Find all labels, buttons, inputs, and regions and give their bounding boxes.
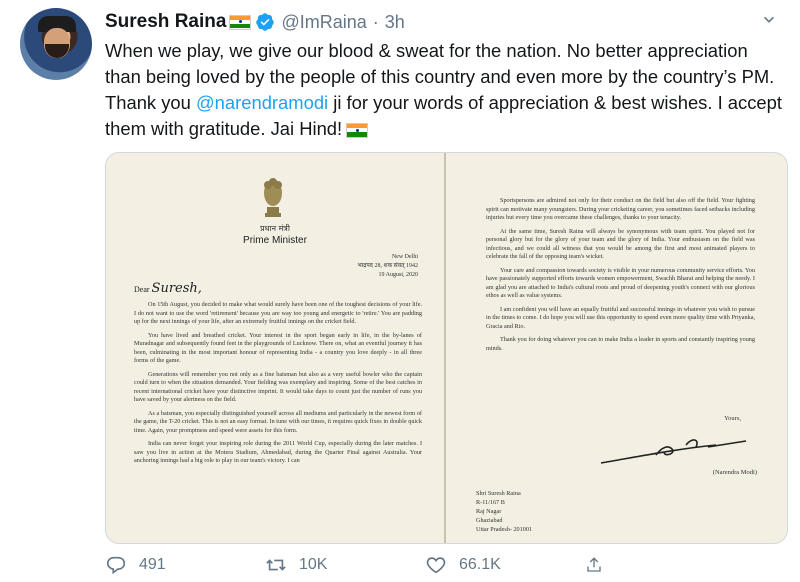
tweet-text: When we play, we give our blood & sweat …: [105, 38, 785, 142]
avatar[interactable]: [20, 8, 92, 80]
share-icon: [587, 557, 601, 572]
letter-body-right: Sportspersons are admired not only for t…: [486, 197, 755, 358]
retweet-count: 10K: [299, 556, 328, 573]
letterhead-hindi-title: प्रधान मंत्री: [260, 224, 290, 233]
share-button[interactable]: [585, 554, 615, 576]
address-line: Ghaziabad: [476, 517, 503, 524]
letter-paragraph: I am confident you will have an equally …: [486, 305, 755, 330]
address-line: R-11/167 B: [476, 499, 505, 506]
handwritten-signature: [600, 439, 747, 464]
retweet-button[interactable]: 10K: [265, 554, 425, 576]
verified-badge-icon: [256, 13, 275, 31]
letterhead-title: Prime Minister: [243, 235, 307, 246]
salutation-name: Suresh,: [151, 281, 202, 296]
letter-body-left: On 15th August, you decided to make what…: [134, 301, 422, 471]
recipient-address: Shri Suresh Raina R-11/167 B Raj Nagar G…: [476, 489, 532, 534]
reply-button[interactable]: 491: [105, 554, 265, 576]
letter-page-1: प्रधान मंत्री Prime Minister New Delhi भ…: [106, 153, 446, 543]
letter-date-block: New Delhi भाद्रपद 28, शक संवत् 1942 19 A…: [357, 253, 418, 280]
reply-count: 491: [139, 556, 166, 573]
reply-icon: [106, 556, 126, 575]
address-line: Raj Nagar: [476, 508, 502, 515]
mention-link[interactable]: @narendramodi: [196, 92, 328, 113]
like-count: 66.1K: [459, 556, 501, 573]
letter-paragraph: On 15th August, you decided to make what…: [134, 301, 422, 325]
letter-paragraph: Generations will remember you not only a…: [134, 370, 422, 404]
address-line: Shri Suresh Raina: [476, 490, 521, 497]
letter-paragraph: Sportspersons are admired not only for t…: [486, 197, 755, 221]
letter-paragraph: At the same time, Suresh Raina will alwa…: [486, 227, 755, 261]
author-handle[interactable]: @ImRaina: [281, 12, 366, 33]
header-separator: ·: [372, 11, 379, 32]
date-line: New Delhi: [391, 254, 418, 260]
india-flag-icon: [346, 122, 369, 138]
letter-paragraph: India can never forget your inspiring ro…: [134, 440, 422, 464]
like-icon: [426, 557, 446, 574]
tweet-actions: 491 10K 66.1K: [105, 552, 705, 578]
author-name[interactable]: Suresh Raina: [105, 11, 226, 33]
letter-paragraph: As a batsman, you especially distinguish…: [134, 409, 422, 434]
tweet-header: Suresh Raina @ImRaina · 3h: [105, 10, 405, 34]
letter-paragraph: You have lived and breathed cricket. You…: [134, 331, 422, 365]
letter-paragraph: Your care and compassion towards society…: [486, 266, 755, 300]
letter-closing: Yours,: [724, 415, 741, 422]
chevron-down-icon[interactable]: [758, 10, 780, 32]
national-emblem-icon: [264, 178, 282, 217]
letter-paragraph: Thank you for doing whatever you can to …: [486, 336, 755, 352]
date-line: भाद्रपद 28, शक संवत् 1942: [357, 263, 418, 269]
letter-signatory: (Narendra Modi): [712, 469, 757, 476]
letter-salutation: Dear Suresh,: [134, 281, 202, 296]
salutation-word: Dear: [134, 285, 150, 294]
letter-page-2: Sportspersons are admired not only for t…: [446, 153, 787, 543]
india-flag-icon: [229, 14, 252, 30]
like-button[interactable]: 66.1K: [425, 554, 585, 576]
retweet-icon: [266, 559, 286, 571]
date-line: 19 August, 2020: [378, 272, 418, 278]
tweet-media-image[interactable]: प्रधान मंत्री Prime Minister New Delhi भ…: [105, 152, 788, 544]
tweet-timestamp[interactable]: 3h: [385, 12, 405, 33]
address-line: Uttar Pradesh- 201001: [476, 526, 533, 533]
